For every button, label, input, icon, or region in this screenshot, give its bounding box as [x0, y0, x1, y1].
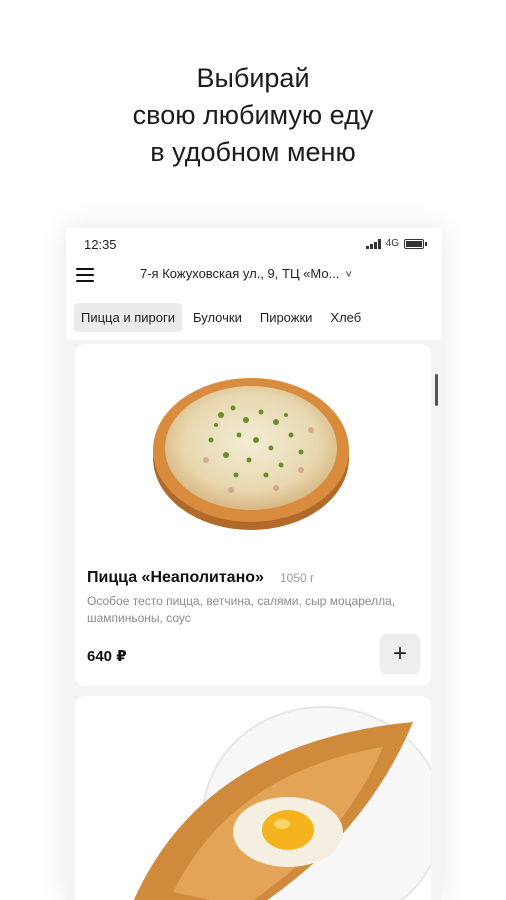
signal-icon: [365, 238, 381, 249]
khachapuri-image: [133, 706, 431, 900]
product-price: 640 ₽: [87, 648, 127, 665]
tab-bread[interactable]: Хлеб: [323, 303, 368, 332]
tab-pirozhki[interactable]: Пирожки: [253, 303, 320, 332]
status-time: 12:35: [84, 237, 117, 252]
category-tabs: Пицца и пироги Булочки Пирожки Хлеб: [74, 302, 368, 332]
product-title: Пицца «Неаполитано»: [87, 569, 264, 586]
add-to-cart-button[interactable]: +: [380, 634, 420, 674]
promo-line-1: Выбирай: [196, 63, 310, 93]
promo-line-3: в удобном меню: [150, 137, 356, 167]
tab-pizza-and-pies[interactable]: Пицца и пироги: [74, 302, 182, 332]
product-weight: 1050 г: [280, 571, 315, 585]
battery-icon: [404, 238, 427, 249]
product-card[interactable]: Пицца «Неаполитано» 1050 г Особое тесто …: [75, 344, 431, 686]
status-bar: 12:35 4G: [66, 228, 442, 260]
status-icons: 4G: [365, 238, 427, 249]
pizza-image: [153, 378, 349, 530]
network-type: 4G: [385, 238, 399, 249]
scrollbar[interactable]: [435, 374, 438, 406]
hamburger-menu-icon[interactable]: [76, 268, 94, 282]
address-selector[interactable]: 7-я Кожуховская ул., 9, ТЦ «Мо... ˅: [140, 266, 352, 281]
product-card[interactable]: [75, 696, 431, 900]
app-header: 12:35 4G 7-я Кожуховская ул., 9, ТЦ «Мо.…: [66, 228, 442, 340]
promo-heading: Выбирай свою любимую еду в удобном меню: [0, 60, 506, 171]
promo-line-2: свою любимую еду: [132, 100, 374, 130]
phone-screen: 12:35 4G 7-я Кожуховская ул., 9, ТЦ «Мо.…: [66, 228, 442, 900]
address-text: 7-я Кожуховская ул., 9, ТЦ «Мо...: [140, 266, 340, 281]
chevron-down-icon: ˅: [345, 269, 352, 281]
product-description: Особое тесто пицца, ветчина, салями, сыр…: [87, 594, 396, 625]
tab-buns[interactable]: Булочки: [186, 303, 249, 332]
